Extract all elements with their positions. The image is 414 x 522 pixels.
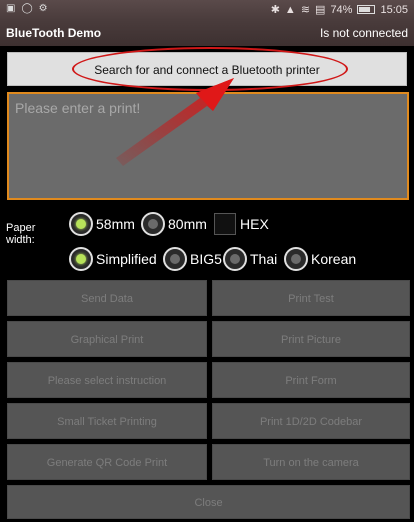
hex-checkbox[interactable]: HEX (214, 213, 269, 235)
app-title: BlueTooth Demo (6, 26, 102, 40)
radio-simplified-label: Simplified (96, 251, 157, 267)
status-bar: ▣ ◯ ⚙ ✱ ▲ ≋ ▤ 74% 15:05 (0, 0, 414, 20)
circle-icon: ◯ (21, 3, 33, 14)
battery-percent: 74% (330, 3, 353, 16)
print-codebar-button[interactable]: Print 1D/2D Codebar (212, 403, 410, 439)
sim-icon: ▤ (315, 4, 326, 16)
annotation-ellipse (72, 47, 348, 91)
close-button[interactable]: Close (7, 485, 410, 519)
radio-korean[interactable]: Korean (284, 247, 356, 271)
radio-thai-label: Thai (250, 251, 278, 267)
wifi-icon: ≋ (300, 4, 311, 16)
radio-indicator (284, 247, 308, 271)
radio-korean-label: Korean (311, 251, 357, 267)
print-picture-button[interactable]: Print Picture (212, 321, 410, 357)
radio-indicator (163, 247, 187, 271)
camera-button[interactable]: Turn on the camera (212, 444, 410, 480)
radio-simplified[interactable]: Simplified (69, 247, 157, 271)
radio-big5-label: BIG5 (190, 251, 222, 267)
clock: 15:05 (380, 3, 408, 16)
paper-width-label: Paper width: (6, 222, 36, 246)
bluetooth-icon: ✱ (270, 4, 280, 16)
radio-indicator (69, 212, 93, 236)
checkbox-indicator (214, 213, 236, 235)
status-right-icons: ✱ ▲ ≋ ▤ 74% 15:05 (270, 3, 408, 17)
radio-58mm[interactable]: 58mm (69, 212, 135, 236)
print-input[interactable] (7, 92, 409, 200)
send-data-button[interactable]: Send Data (7, 280, 207, 316)
small-ticket-button[interactable]: Small Ticket Printing (7, 403, 207, 439)
select-instruction-button[interactable]: Please select instruction (7, 362, 207, 398)
qr-code-button[interactable]: Generate QR Code Print (7, 444, 207, 480)
battery-icon (357, 5, 376, 14)
title-bar: BlueTooth Demo Is not connected (0, 20, 414, 46)
graphical-print-button[interactable]: Graphical Print (7, 321, 207, 357)
print-form-button[interactable]: Print Form (212, 362, 410, 398)
connection-status: Is not connected (319, 26, 408, 40)
settings-icon: ⚙ (38, 3, 48, 14)
radio-indicator (223, 247, 247, 271)
radio-80mm-label: 80mm (168, 216, 207, 232)
status-left-icons: ▣ ◯ ⚙ (6, 3, 48, 14)
radio-indicator (69, 247, 93, 271)
hex-label: HEX (240, 216, 269, 232)
radio-thai[interactable]: Thai (223, 247, 277, 271)
gallery-icon: ▣ (6, 3, 16, 14)
radio-58mm-label: 58mm (96, 216, 135, 232)
print-test-button[interactable]: Print Test (212, 280, 410, 316)
signal-icon: ▲ (284, 3, 296, 16)
radio-indicator (141, 212, 165, 236)
radio-80mm[interactable]: 80mm (141, 212, 207, 236)
radio-big5[interactable]: BIG5 (163, 247, 222, 271)
